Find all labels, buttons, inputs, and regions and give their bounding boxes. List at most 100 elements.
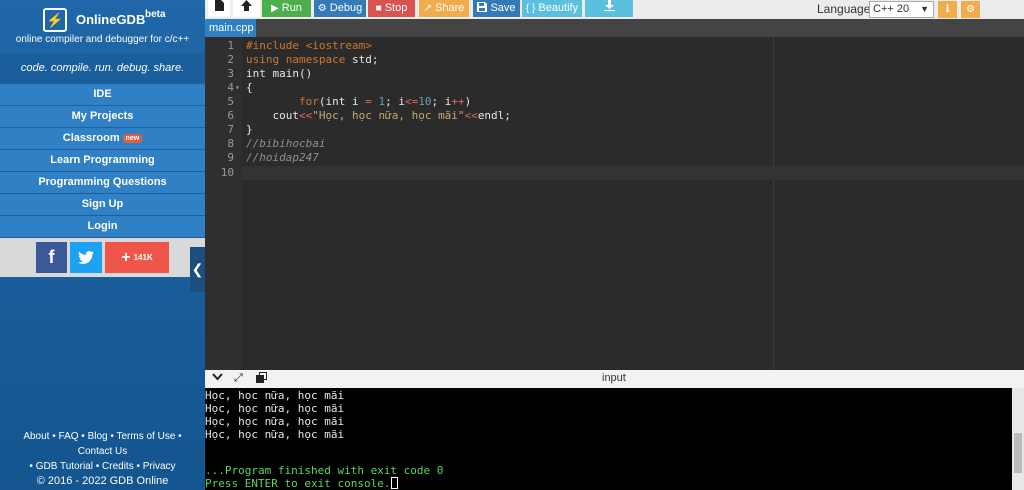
code-line: 3 int main() [227, 67, 313, 80]
nav-ide[interactable]: IDE [0, 84, 205, 105]
upload-icon [240, 0, 253, 14]
code-line-text: //bibihocbai [246, 137, 326, 150]
code-line-text: int main() [246, 67, 313, 80]
sidebar-footer: About • FAQ • Blog • Terms of Use • Cont… [0, 429, 205, 490]
facebook-icon: f [48, 247, 55, 267]
code-line-text: for(int i = 1; i<=10; i++) [298, 95, 472, 108]
console-line: Học, học nữa, học mãi [205, 428, 345, 441]
footer-link-gdb-tutorial[interactable]: GDB Tutorial [36, 461, 93, 472]
code-line: 5 for(int i = 1; i<=10; i++) [227, 95, 472, 108]
chevron-down-icon: ▼ [920, 4, 929, 14]
floppy-disk-icon [477, 2, 488, 14]
brand-subtitle: online compiler and debugger for c/c++ [15, 34, 190, 45]
beautify-button[interactable]: { } Beautify [522, 0, 582, 17]
settings-button[interactable]: ⚙ [961, 1, 980, 18]
tab-main-cpp[interactable]: main.cpp [205, 19, 256, 37]
info-icon: ℹ [945, 4, 950, 15]
twitter-icon [78, 249, 94, 265]
console-line: Học, học nữa, học mãi [205, 415, 345, 428]
code-editor[interactable]: 1 #include <iostream> 2 using namespace … [205, 37, 1024, 370]
new-badge: new [122, 134, 143, 143]
console-output[interactable]: Học, học nữa, học mãi Học, học nữa, học … [205, 388, 1024, 490]
brand-name[interactable]: OnlineGDB [76, 12, 145, 27]
footer-link-blog[interactable]: Blog [88, 431, 108, 442]
nav-classroom[interactable]: Classroom new [0, 128, 205, 149]
chevron-left-icon: ❮ [191, 261, 204, 277]
collapse-sidebar-button[interactable]: ❮ [190, 247, 205, 292]
run-button[interactable]: ▶ Run [262, 0, 311, 17]
fold-arrow-icon[interactable]: ▾ [235, 81, 240, 95]
file-icon [214, 0, 224, 14]
code-line-text: cout<<"Học, học nữa, học mãi"<<endl; [246, 109, 511, 122]
download-icon [603, 0, 615, 14]
nav-my-projects[interactable]: My Projects [0, 106, 205, 127]
upload-file-button[interactable] [233, 0, 260, 17]
gear-icon: ⚙ [317, 3, 327, 14]
share-count: 141K [133, 253, 153, 262]
share-button[interactable]: ↗ Share [419, 0, 469, 17]
code-line-text: } [246, 123, 253, 136]
brand-header: ⚡ OnlineGDB beta online compiler and deb… [0, 0, 205, 52]
expand-icon[interactable]: ⤢ [234, 372, 243, 385]
new-file-button[interactable] [208, 0, 230, 17]
console-line: Học, học nữa, học mãi [205, 389, 345, 402]
addthis-share-button[interactable]: +141K [105, 242, 169, 273]
nav-learn-programming[interactable]: Learn Programming [0, 150, 205, 171]
chevron-down-icon[interactable] [212, 372, 223, 384]
nav-programming-questions[interactable]: Programming Questions [0, 172, 205, 193]
code-line: 2 using namespace std; [227, 53, 379, 66]
play-icon: ▶ [271, 3, 279, 14]
console-scrollbar[interactable] [1012, 388, 1024, 490]
info-button[interactable]: ℹ [938, 1, 957, 18]
gear-icon: ⚙ [966, 4, 975, 15]
input-tab-label[interactable]: input [602, 372, 626, 384]
console-line: Học, học nữa, học mãi [205, 402, 345, 415]
toolbar: ▶ Run ⚙ Debug ■ Stop ↗ Share Save { } Beautif… [205, 0, 1024, 19]
copy-output-icon[interactable] [256, 372, 267, 386]
twitter-share-button[interactable] [70, 242, 102, 273]
code-line: 7 } [227, 123, 253, 136]
share-icon: ↗ [423, 3, 433, 14]
facebook-share-button[interactable]: f [36, 242, 67, 273]
code-line-text: #include <iostream> [246, 39, 372, 52]
nav-login[interactable]: Login [0, 216, 205, 237]
sidebar: ⚡ OnlineGDB beta online compiler and deb… [0, 0, 205, 490]
braces-icon: { } [525, 3, 536, 14]
scroll-thumb[interactable] [1014, 433, 1022, 473]
footer-link-credits[interactable]: Credits [102, 461, 134, 472]
code-line: 10 [220, 166, 234, 179]
footer-link-contact[interactable]: Contact Us [78, 446, 127, 457]
footer-link-about[interactable]: About [23, 431, 49, 442]
download-button[interactable] [585, 0, 633, 17]
console-prompt: Press ENTER to exit console. [205, 477, 399, 490]
console-cursor [391, 477, 399, 489]
code-line: 1 #include <iostream> [227, 39, 372, 52]
code-line-text: { [246, 81, 253, 94]
social-share-bar: f +141K [0, 238, 205, 277]
stop-icon: ■ [375, 3, 382, 14]
code-line: 9 //hoidap247 [227, 151, 319, 164]
language-select[interactable]: C++ 20 ▼ [869, 1, 934, 18]
code-line: 6 cout<<"Học, học nữa, học mãi"<<endl; [227, 109, 511, 122]
code-line: 8 //bibihocbai [227, 137, 326, 150]
code-line-text: using namespace std; [246, 53, 379, 66]
beta-label: beta [145, 9, 166, 20]
nav-classroom-label: Classroom [62, 132, 120, 144]
copyright: © 2016 - 2022 GDB Online [36, 475, 169, 487]
stop-button[interactable]: ■ Stop [368, 0, 415, 17]
debug-button[interactable]: ⚙ Debug [314, 0, 366, 17]
code-line-text: //hoidap247 [246, 151, 319, 164]
footer-link-faq[interactable]: FAQ [59, 431, 79, 442]
footer-link-privacy[interactable]: Privacy [143, 461, 176, 472]
lightning-logo-icon[interactable]: ⚡ [43, 8, 67, 32]
language-label: Language [817, 2, 871, 16]
console-exit-message: ...Program finished with exit code 0 [205, 464, 444, 477]
file-tab-bar: main.cpp [205, 19, 1024, 37]
nav-sign-up[interactable]: Sign Up [0, 194, 205, 215]
plus-icon: + [121, 249, 131, 266]
save-button[interactable]: Save [473, 0, 520, 17]
tagline: code. compile. run. debug. share. [0, 53, 205, 83]
footer-link-terms[interactable]: Terms of Use [117, 431, 176, 442]
console-toolbar: ⤢ input [205, 370, 1024, 388]
code-line: 4 ▾ { [227, 81, 253, 95]
